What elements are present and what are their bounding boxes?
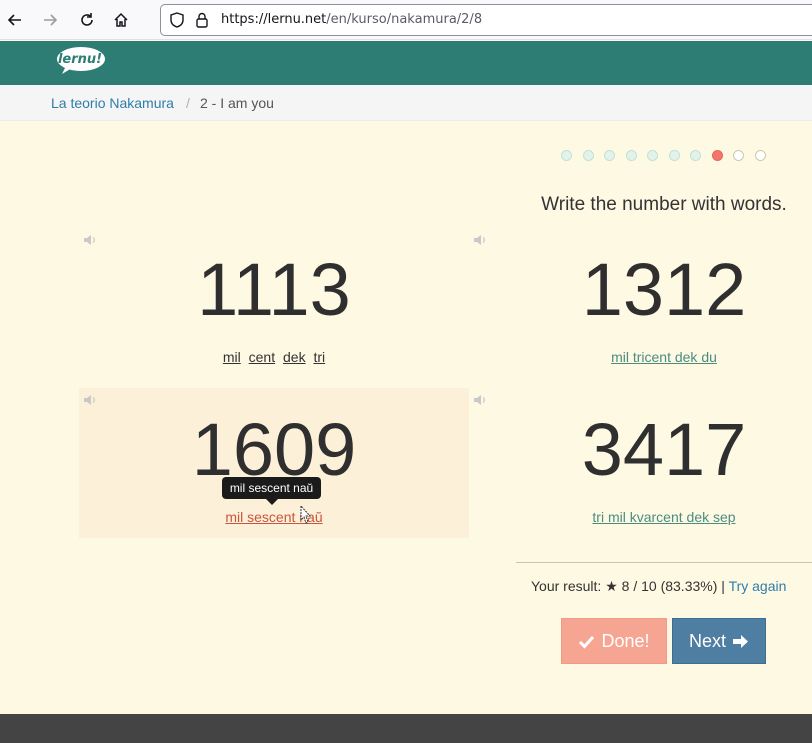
card-answer-correct[interactable]: mil tricent dek du <box>469 349 812 365</box>
breadcrumb-current: 2 - I am you <box>200 95 274 111</box>
site-header: lernu! <box>0 41 812 85</box>
speaker-icon[interactable] <box>83 394 97 406</box>
answer-tooltip: mil sescent naŭ <box>222 477 321 499</box>
breadcrumb-separator: / <box>186 95 190 111</box>
drag-cursor-icon <box>300 504 312 524</box>
check-icon <box>579 635 595 649</box>
home-icon[interactable] <box>109 8 133 32</box>
progress-dot <box>604 150 615 161</box>
breadcrumb-parent-link[interactable]: La teorio Nakamura <box>51 95 174 111</box>
next-button[interactable]: Next <box>672 618 766 664</box>
answer-word[interactable]: cent <box>249 349 275 365</box>
number-card: 3417 tri mil kvarcent dek sep <box>469 388 812 538</box>
progress-dot <box>561 150 572 161</box>
speaker-icon[interactable] <box>83 234 97 246</box>
browser-toolbar: https://lernu.net/en/kurso/nakamura/2/8 <box>0 0 812 40</box>
url-host: https://lernu.net <box>221 12 327 27</box>
answer-word[interactable]: dek <box>283 349 306 365</box>
progress-dot <box>690 150 701 161</box>
result-score: 8 / 10 (83.33%) <box>621 578 718 594</box>
progress-dot <box>754 150 766 161</box>
next-button-label: Next <box>688 630 726 651</box>
speaker-icon[interactable] <box>473 394 487 406</box>
done-button-label: Done! <box>601 630 650 651</box>
reload-icon[interactable] <box>75 8 99 32</box>
progress-dots <box>561 150 771 162</box>
card-answer: mil cent dek tri <box>79 349 469 365</box>
answer-word[interactable]: tri <box>313 349 325 365</box>
result-label: Your result: <box>531 578 602 594</box>
shield-icon[interactable] <box>168 11 186 29</box>
star-icon: ★ <box>605 578 618 594</box>
logo-text: lernu! <box>57 52 103 67</box>
done-button[interactable]: Done! <box>561 618 667 664</box>
exercise-instruction: Write the number with words. <box>541 194 787 215</box>
lock-icon[interactable] <box>194 11 210 29</box>
progress-dot <box>647 150 658 161</box>
card-answer-correct[interactable]: tri mil kvarcent dek sep <box>469 509 812 525</box>
number-card-active: 1609 mil sescent naŭ <box>79 388 469 538</box>
url-text: https://lernu.net/en/kurso/nakamura/2/8 <box>221 12 482 27</box>
card-number: 1113 <box>197 248 351 331</box>
progress-dot <box>625 150 637 161</box>
logo[interactable]: lernu! <box>56 46 106 74</box>
forward-icon[interactable] <box>38 8 62 32</box>
card-number: 3417 <box>581 408 747 491</box>
progress-dot <box>733 150 744 161</box>
progress-dot <box>582 150 594 161</box>
speaker-icon[interactable] <box>473 234 487 246</box>
result-separator: | <box>721 578 725 594</box>
url-path: /en/kurso/nakamura/2/8 <box>326 12 483 27</box>
answer-word[interactable]: mil <box>223 349 241 365</box>
result-line: Your result: ★ 8 / 10 (83.33%) | Try aga… <box>531 578 786 595</box>
number-card: 1113 mil cent dek tri <box>79 229 469 379</box>
back-icon[interactable] <box>3 8 27 32</box>
page-footer <box>0 714 812 743</box>
try-again-link[interactable]: Try again <box>729 578 787 594</box>
breadcrumb: La teorio Nakamura / 2 - I am you <box>0 85 812 121</box>
progress-dot <box>668 150 680 161</box>
progress-dot-current <box>711 150 723 161</box>
card-number: 1312 <box>581 248 747 331</box>
tooltip-arrow <box>266 499 278 505</box>
arrow-right-icon <box>733 634 748 648</box>
card-answer-wrong[interactable]: mil sescent naŭ <box>79 509 469 525</box>
divider <box>516 562 812 563</box>
number-card: 1312 mil tricent dek du <box>469 229 812 379</box>
address-bar[interactable]: https://lernu.net/en/kurso/nakamura/2/8 <box>160 4 812 36</box>
